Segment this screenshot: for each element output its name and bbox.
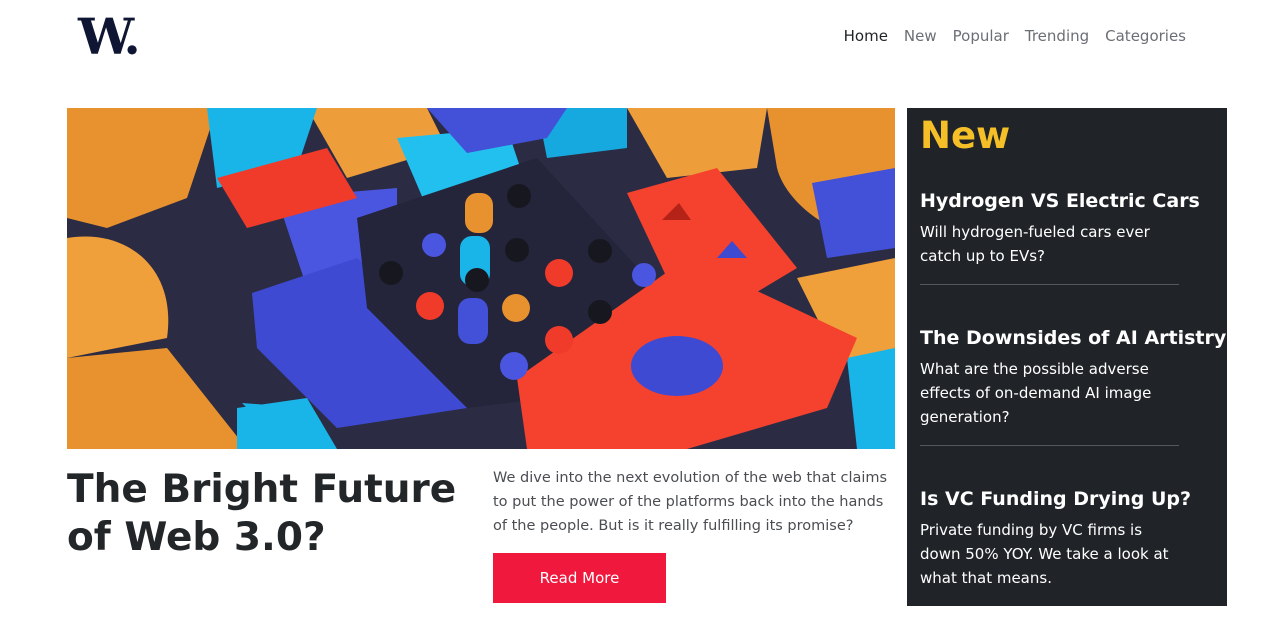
hero-title[interactable]: The Bright Future of Web 3.0? [67,466,477,562]
divider [920,445,1179,446]
brand-logo[interactable]: W. [78,12,141,62]
news-item[interactable]: Is VC Funding Drying Up? Private funding… [920,486,1191,590]
news-item[interactable]: The Downsides of AI Artistry What are th… [920,325,1226,429]
new-sidebar: New Hydrogen VS Electric Cars Will hydro… [907,108,1227,606]
news-item-title[interactable]: Hydrogen VS Electric Cars [920,188,1200,214]
nav-home[interactable]: Home [844,26,888,46]
news-item-title[interactable]: Is VC Funding Drying Up? [920,486,1191,512]
main-nav: Home New Popular Trending Categories [844,26,1186,46]
news-item[interactable]: Hydrogen VS Electric Cars Will hydrogen-… [920,188,1200,268]
sidebar-title: New [920,114,1011,157]
nav-categories[interactable]: Categories [1105,26,1186,46]
divider [920,284,1179,285]
nav-popular[interactable]: Popular [953,26,1009,46]
read-more-button[interactable]: Read More [493,553,666,603]
news-item-text: Will hydrogen-fueled cars ever catch up … [920,223,1150,265]
news-item-text: Private funding by VC firms is down 50% … [920,521,1169,587]
news-item-title[interactable]: The Downsides of AI Artistry [920,325,1226,351]
nav-new[interactable]: New [904,26,937,46]
hero-image[interactable] [67,108,895,449]
news-item-text: What are the possible adverse effects of… [920,360,1152,426]
abstract-3d-blocks-image [67,108,895,449]
nav-trending[interactable]: Trending [1025,26,1089,46]
hero-summary: We dive into the next evolution of the w… [493,470,888,534]
